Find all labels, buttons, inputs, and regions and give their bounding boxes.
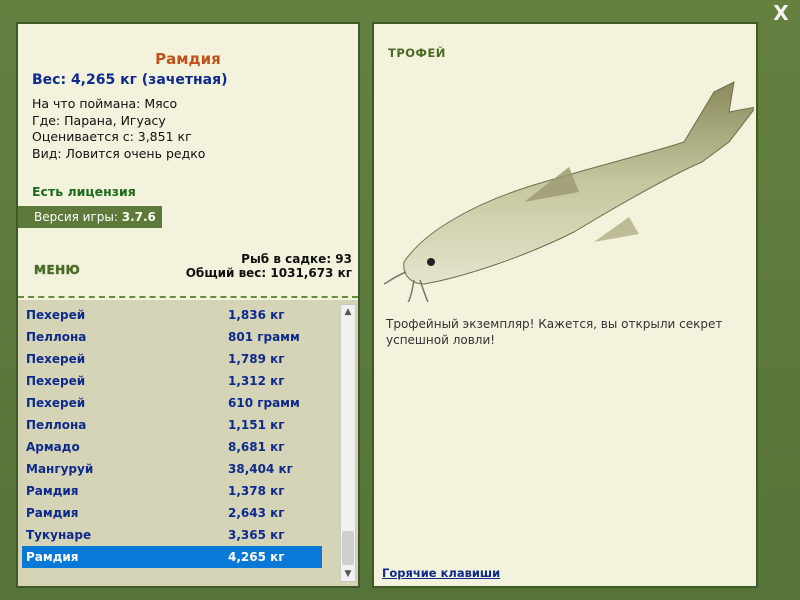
menu-button[interactable]: МЕНЮ [34, 263, 80, 277]
catch-fish-weight: 1,151 кг [228, 418, 285, 432]
scroll-down-arrow-icon[interactable]: ▼ [341, 567, 355, 581]
close-button[interactable]: X [770, 2, 792, 24]
catch-fish-weight: 4,265 кг [228, 550, 285, 564]
valuation-info: Оценивается с: 3,851 кг [32, 129, 192, 144]
catch-fish-name: Армадо [26, 440, 80, 454]
window-frame: X Рамдия Вес: 4,265 кг (зачетная) На что… [0, 0, 800, 600]
catch-fish-name: Рамдия [26, 484, 79, 498]
catch-list-container: Пехерей 1,836 кг Пеллона 801 грамм Пехерей 1,… [18, 300, 358, 586]
catfish-image [384, 81, 754, 302]
catch-list-row[interactable]: Пеллона 801 грамм [22, 326, 322, 348]
fish-name: Рамдия [155, 50, 221, 68]
game-version: Версия игры: 3.7.6 [18, 206, 162, 228]
catch-fish-name: Пехерей [26, 352, 86, 366]
divider [18, 296, 358, 298]
scrollbar[interactable]: ▲ ▼ [340, 304, 356, 582]
catch-list: Пехерей 1,836 кг Пеллона 801 грамм Пехерей 1,… [22, 304, 322, 568]
catch-fish-weight: 801 грамм [228, 330, 300, 344]
fish-count: Рыб в садке: 93 [241, 252, 352, 266]
catch-list-row[interactable]: Пехерей 610 грамм [22, 392, 322, 414]
catch-list-row[interactable]: Пехерей 1,789 кг [22, 348, 322, 370]
catch-list-row[interactable]: Рамдия 2,643 кг [22, 502, 322, 524]
hotkeys-link[interactable]: Горячие клавиши [382, 566, 500, 580]
trophy-message: Трофейный экземпляр! Кажется, вы открыли… [386, 317, 723, 347]
rarity-info: Вид: Ловится очень редко [32, 145, 206, 161]
catch-fish-name: Пеллона [26, 330, 87, 344]
fish-weight: Вес: 4,265 кг (зачетная) [32, 72, 228, 88]
catch-list-row[interactable]: Тукунаре 3,365 кг [22, 524, 322, 546]
catch-stats: Рыб в садке: 93 Общий вес: 1031,673 кг [186, 252, 352, 280]
catch-fish-name: Пехерей [26, 396, 86, 410]
version-label: Версия игры: [34, 210, 122, 224]
trophy-label: ТРОФЕЙ [388, 46, 446, 60]
total-weight: Общий вес: 1031,673 кг [185, 266, 352, 280]
license-status: Есть лицензия [32, 184, 136, 199]
catch-list-row[interactable]: Пехерей 1,312 кг [22, 370, 322, 392]
fish-info-panel: Рамдия Вес: 4,265 кг (зачетная) На что п… [16, 22, 360, 588]
catch-fish-name: Пеллона [26, 418, 87, 432]
catch-list-row[interactable]: Пеллона 1,151 кг [22, 414, 322, 436]
location-info: Где: Парана, Игуасу [32, 112, 166, 128]
catch-fish-weight: 3,365 кг [228, 528, 285, 542]
catch-list-row[interactable]: Рамдия 4,265 кг [22, 546, 322, 568]
catch-list-row[interactable]: Пехерей 1,836 кг [22, 304, 322, 326]
version-number: 3.7.6 [121, 210, 156, 224]
catch-fish-weight: 610 грамм [228, 396, 300, 410]
catch-fish-weight: 1,312 кг [228, 374, 285, 388]
scroll-up-arrow-icon[interactable]: ▲ [341, 305, 355, 319]
catch-fish-weight: 1,836 кг [228, 308, 285, 322]
trophy-panel: ТРОФЕЙ Трофейный экземпляр! Кажется, вы … [372, 22, 758, 588]
catch-fish-weight: 2,643 кг [228, 506, 285, 520]
catch-fish-name: Пехерей [26, 374, 86, 388]
catch-fish-weight: 8,681 кг [228, 440, 285, 454]
catch-list-row[interactable]: Армадо 8,681 кг [22, 436, 322, 458]
catch-fish-name: Мангуруй [26, 462, 94, 476]
catch-list-row[interactable]: Рамдия 1,378 кг [22, 480, 322, 502]
bait-info: На что поймана: Мясо [32, 96, 178, 111]
catch-fish-name: Рамдия [26, 506, 79, 520]
catch-fish-name: Рамдия [26, 550, 79, 564]
catch-fish-weight: 38,404 кг [228, 462, 293, 476]
fish-details: На что поймана: Мясо Где: Парана, Игуасу… [32, 96, 205, 162]
catch-fish-weight: 1,378 кг [228, 484, 285, 498]
catch-list-row[interactable]: Мангуруй 38,404 кг [22, 458, 322, 480]
scrollbar-thumb[interactable] [342, 531, 354, 565]
catch-fish-name: Пехерей [26, 308, 86, 322]
catch-fish-name: Тукунаре [26, 528, 92, 542]
catch-fish-weight: 1,789 кг [228, 352, 285, 366]
